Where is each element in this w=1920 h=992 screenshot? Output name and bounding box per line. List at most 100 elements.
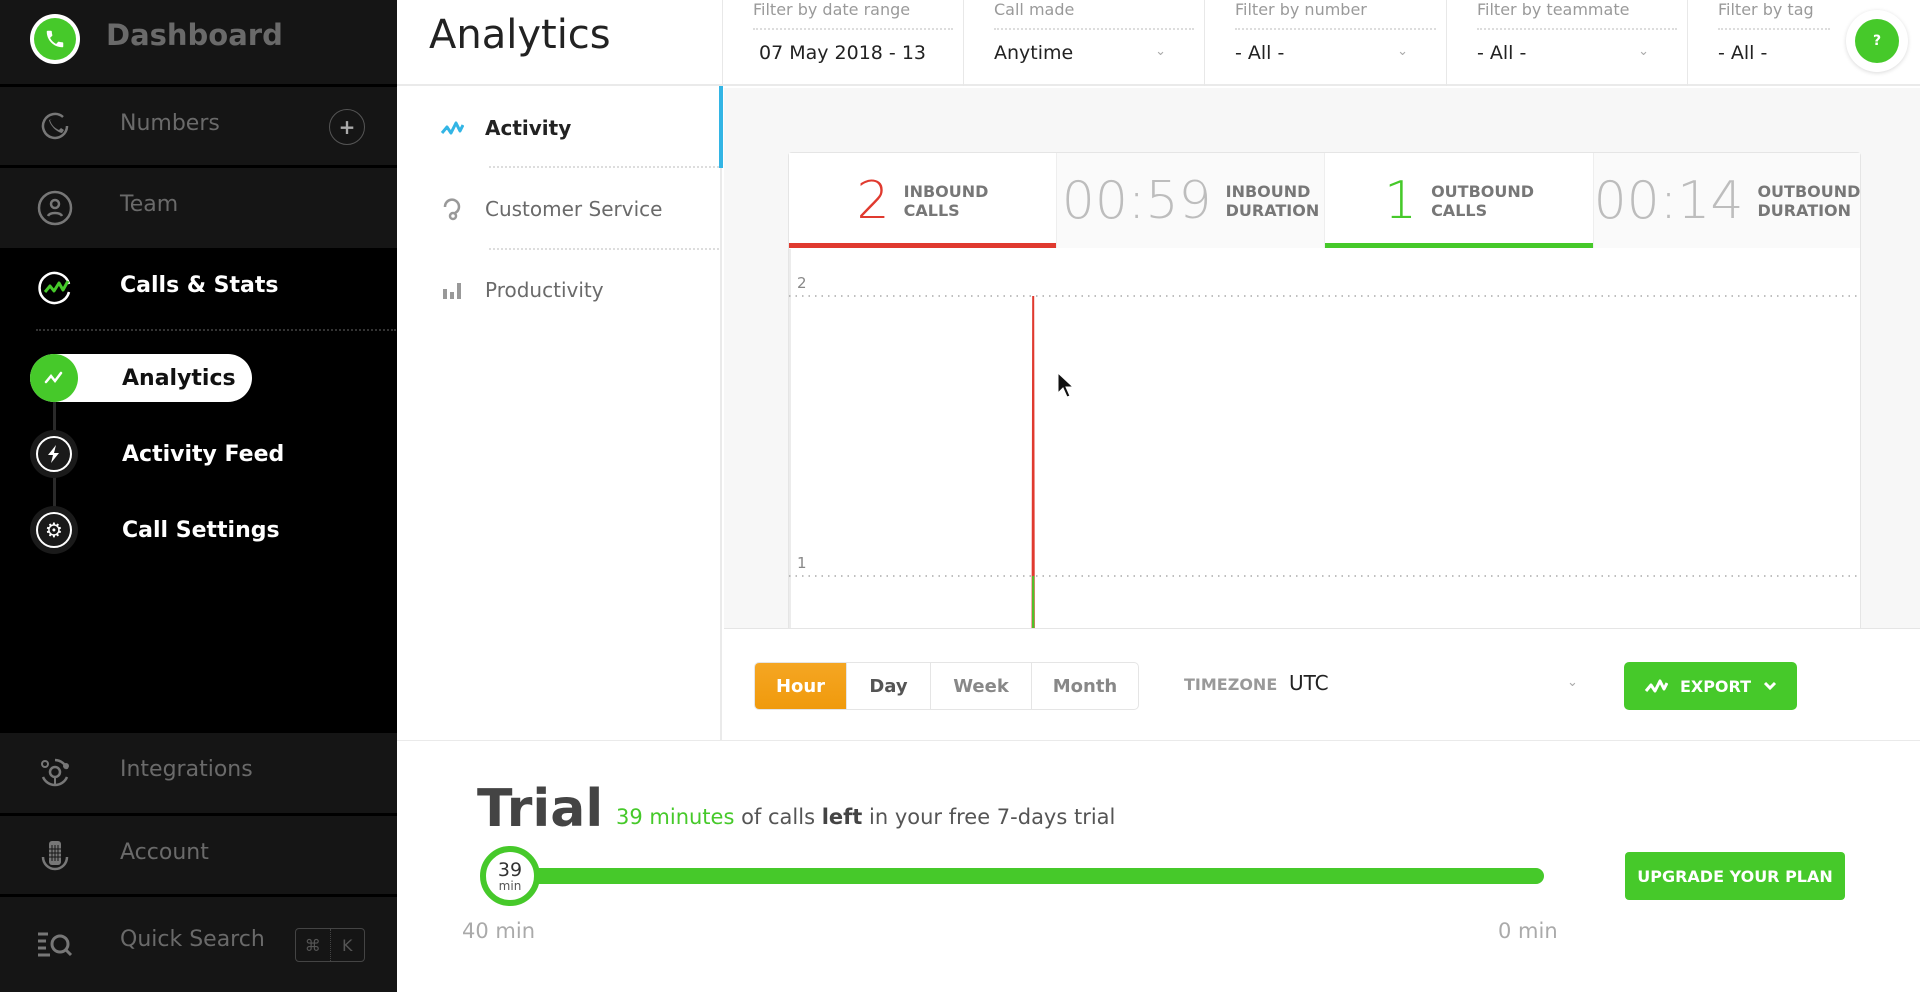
number-select[interactable]: - All - [1235,42,1284,64]
filter-label: Filter by teammate [1477,0,1630,19]
gear-icon: ⚙ [30,506,78,554]
subnav-item-productivity[interactable]: Productivity [439,270,604,310]
stat-label-line2: CALLS [903,200,960,220]
chevron-down-icon: ⌄ [1567,675,1578,690]
sidebar-label: Quick Search [120,927,265,952]
stat-label-line1: INBOUND [903,181,989,201]
chevron-down-icon: ⌄ [1638,44,1649,59]
stats-wave-icon [36,269,74,307]
filter-call-made[interactable]: Call made Anytime ⌄ [963,0,1204,86]
sidebar: Dashboard Numbers + Team Calls & Stats A… [0,0,397,992]
y-tick-label: 2 [797,274,807,292]
add-number-button[interactable]: + [329,109,365,145]
command-key: ⌘ [296,929,331,961]
subnav-item-customer-service[interactable]: Customer Service [439,189,662,229]
granularity-month-button[interactable]: Month [1032,663,1138,709]
y-tick-label: 1 [797,554,807,572]
trial-text-bold: left [821,805,863,829]
timezone-select[interactable]: UTC [1289,671,1329,695]
trial-progress-knob: 39 min [480,846,540,906]
granularity-hour-button[interactable]: Hour [755,663,847,709]
progress-start-label: 40 min [462,919,535,943]
stat-label: OUTBOUND DURATION [1757,182,1860,220]
timezone-label: TIMEZONE [1184,675,1278,694]
filter-label: Filter by tag [1718,0,1814,19]
date-range-input[interactable]: 07 May 2018 - 13 [759,42,926,64]
filter-teammate[interactable]: Filter by teammate - All - ⌄ [1446,0,1687,86]
dotted-divider [1235,28,1436,30]
sidebar-item-calls-stats[interactable]: Calls & Stats [0,258,397,318]
stat-value: 1 [1383,170,1418,231]
app-root: Dashboard Numbers + Team Calls & Stats A… [0,0,1920,992]
dashboard-title: Dashboard [106,18,283,52]
activity-card: 2 INBOUND CALLS 00:59 INBOUND DURATION 1 O… [788,152,1861,629]
dotted-divider [1477,28,1677,30]
help-button[interactable]: ? [1846,10,1908,72]
teammate-select[interactable]: - All - [1477,42,1526,64]
user-circle-icon [36,189,74,227]
export-button[interactable]: EXPORT [1624,662,1797,710]
dotted-divider [489,166,719,168]
account-icon [36,836,74,874]
minutes-left: 39 minutes [616,805,735,829]
stat-outbound-calls[interactable]: 1 OUTBOUND CALLS [1325,153,1594,248]
upgrade-plan-button[interactable]: UPGRADE YOUR PLAN [1625,852,1845,900]
subnav-item-activity[interactable]: Activity [439,108,571,148]
sidebar-item-numbers[interactable]: Numbers + [0,87,397,165]
granularity-day-button[interactable]: Day [847,663,931,709]
tag-select[interactable]: - All - [1718,42,1767,64]
stat-underline [789,243,1056,248]
chevron-down-icon: ⌄ [1155,44,1166,59]
trial-panel: Trial 39 minutes of calls left in your f… [397,740,1920,992]
page-header: Analytics Filter by date range 07 May 20… [397,0,1920,86]
analytics-subnav: Activity Customer Service Productivity [397,86,723,740]
headset-icon [439,197,465,221]
activity-chart[interactable]: 12 [789,249,1860,629]
subnav-label: Customer Service [485,197,663,221]
sidebar-dashboard[interactable]: Dashboard [0,0,397,84]
help-icon: ? [1855,19,1899,63]
subnav-label: Activity [485,116,572,140]
remaining-unit: min [498,878,522,893]
sub-label: Activity Feed [122,441,285,467]
call-made-select[interactable]: Anytime [994,42,1073,64]
sidebar-item-quick-search[interactable]: Quick Search ⌘ K [0,897,397,992]
granularity-toggle: Hour Day Week Month [754,662,1139,710]
sub-label: Call Settings [122,517,280,543]
stat-inbound-calls[interactable]: 2 INBOUND CALLS [789,153,1057,248]
stat-outbound-duration[interactable]: 00:14 OUTBOUND DURATION [1594,153,1860,248]
sidebar-label: Numbers [120,111,220,136]
quick-search-icon [36,925,74,963]
lightning-icon [30,430,78,478]
mouse-cursor [1057,371,1075,402]
sidebar-item-account[interactable]: Account [0,816,397,894]
stat-label-line1: INBOUND [1225,181,1311,201]
granularity-week-button[interactable]: Week [931,663,1032,709]
stat-inbound-duration[interactable]: 00:59 INBOUND DURATION [1057,153,1325,248]
integrations-icon [36,754,74,792]
trial-message: 39 minutes of calls left in your free 7-… [616,805,1115,829]
filter-label: Filter by date range [753,0,911,19]
dotted-divider [753,28,953,30]
bar-chart-icon [439,281,465,299]
filter-number[interactable]: Filter by number - All - ⌄ [1204,0,1446,86]
stat-label-line2: CALLS [1431,200,1488,220]
sidebar-item-integrations[interactable]: Integrations [0,733,397,813]
sidebar-subitem-call-settings[interactable]: ⚙ Call Settings [30,506,280,554]
sidebar-label: Integrations [120,757,253,782]
trial-text: in your free 7-days trial [862,805,1116,829]
stat-label: INBOUND CALLS [904,182,989,220]
trial-title: Trial [477,779,604,839]
app-logo-phone-icon [30,14,80,64]
dotted-divider [36,329,396,331]
activity-wave-icon [439,119,465,137]
page-title: Analytics [429,12,611,58]
sidebar-subitem-analytics-row[interactable]: Analytics [30,354,236,402]
export-wave-icon [1644,679,1668,693]
keyboard-shortcut-hint: ⌘ K [295,928,365,962]
filter-date-range[interactable]: Filter by date range 07 May 2018 - 13 [722,0,963,86]
sidebar-subitem-activity-feed[interactable]: Activity Feed [30,430,284,478]
sidebar-item-team[interactable]: Team [0,168,397,248]
stat-label-line1: OUTBOUND [1757,181,1861,201]
active-indicator [719,86,723,168]
